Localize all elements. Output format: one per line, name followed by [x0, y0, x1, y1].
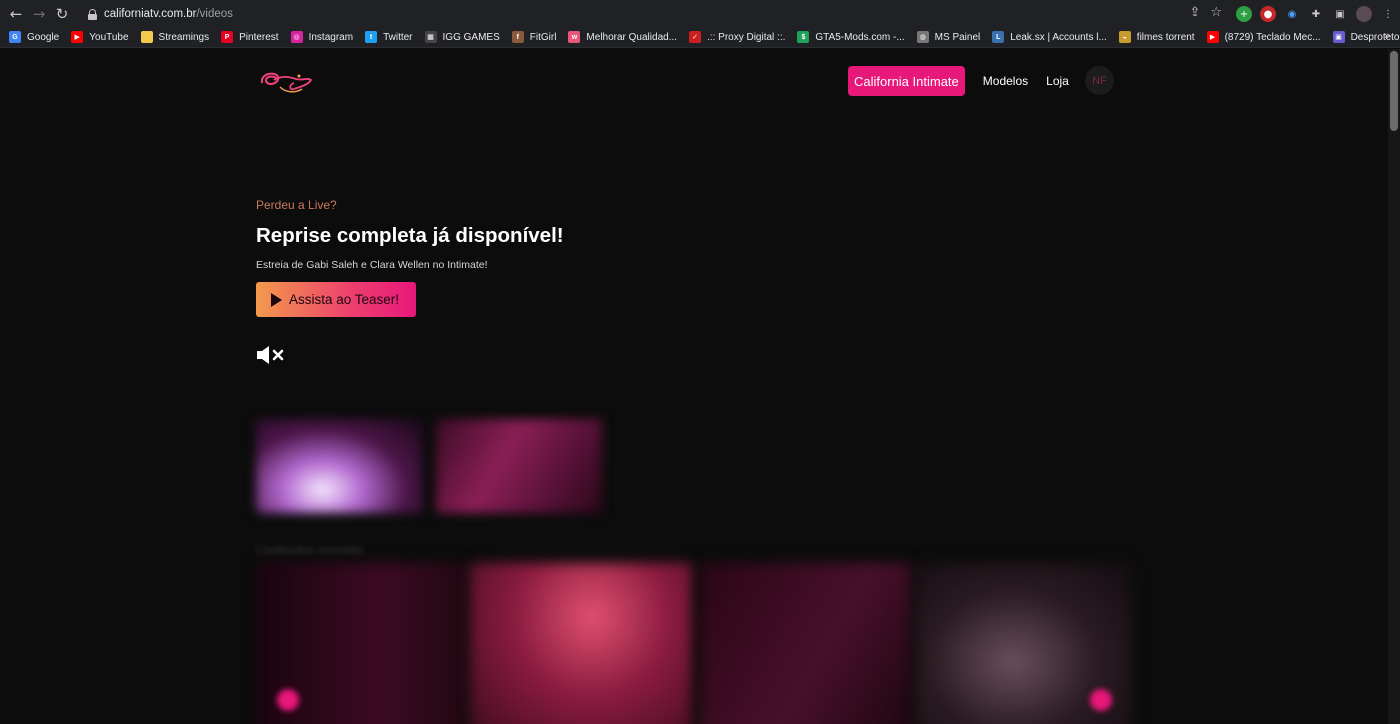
- bookmark-favicon-icon: ▶: [71, 31, 84, 43]
- page-scrollbar[interactable]: [1388, 49, 1400, 724]
- bookmark-favicon-icon: ▣: [1332, 31, 1345, 43]
- bookmark-favicon-icon: ◍: [916, 31, 929, 43]
- bookmark-favicon-icon: w: [568, 31, 581, 43]
- bookmark-item[interactable]: ◒ filmes torrent: [1118, 27, 1195, 47]
- bookmark-label: Desprotetor.com |...: [1350, 31, 1400, 43]
- bookmark-item[interactable]: P Pinterest: [221, 27, 279, 47]
- extensions-puzzle-icon[interactable]: ✚: [1308, 6, 1324, 22]
- bookmark-favicon-icon: t: [365, 31, 378, 43]
- bookmark-favicon-icon: G: [9, 31, 21, 43]
- california-logo[interactable]: [256, 65, 314, 95]
- extension-shield-icon[interactable]: ●: [1260, 6, 1276, 22]
- video-thumbnail[interactable]: [436, 419, 602, 513]
- scrollbar-thumb[interactable]: [1390, 51, 1398, 131]
- carousel-prev-icon[interactable]: [277, 689, 299, 711]
- bookmark-favicon-icon: ◎: [290, 31, 303, 43]
- video-thumbnail[interactable]: [256, 419, 422, 513]
- browser-toolbar: ← → ↻ californiatv.com.br/videos ⇪ ☆ + ●…: [0, 0, 1400, 27]
- mute-icon[interactable]: [256, 345, 286, 365]
- user-avatar[interactable]: NF: [1085, 66, 1114, 95]
- bookmark-label: GTA5-Mods.com -...: [815, 31, 905, 43]
- bookmark-favicon-icon: ▦: [424, 31, 437, 43]
- bookmark-label: .:: Proxy Digital ::.: [707, 31, 786, 43]
- reload-icon[interactable]: ↻: [52, 4, 72, 24]
- hero-headline: Reprise completa já disponível!: [256, 224, 564, 247]
- bookmark-label: Leak.sx | Accounts l...: [1010, 31, 1107, 43]
- bookmark-item[interactable]: ◍ MS Painel: [916, 27, 981, 47]
- bookmark-favicon-icon: ▶: [1206, 31, 1219, 43]
- bookmark-item[interactable]: L Leak.sx | Accounts l...: [992, 27, 1107, 47]
- browser-menu-icon[interactable]: ⋮: [1380, 6, 1396, 22]
- bookmark-favicon-icon: ✓: [689, 31, 702, 43]
- bookmark-favicon-icon: f: [511, 31, 524, 43]
- bookmark-star-icon[interactable]: ☆: [1210, 5, 1222, 20]
- content-card[interactable]: [700, 563, 912, 724]
- bookmark-item[interactable]: ◎ Instagram: [290, 27, 354, 47]
- bookmark-label: IGG GAMES: [442, 31, 500, 43]
- content-card[interactable]: [470, 563, 692, 724]
- bookmark-favicon-icon: ◒: [1118, 31, 1131, 43]
- bookmark-item[interactable]: ✓ .:: Proxy Digital ::.: [689, 27, 785, 47]
- main-nav: California Intimate Modelos Loja: [848, 66, 1069, 96]
- address-bar[interactable]: californiatv.com.br/videos ⇪ ☆: [78, 3, 1232, 25]
- bookmark-item[interactable]: f FitGirl: [511, 27, 557, 47]
- bookmark-label: YouTube: [89, 31, 129, 43]
- bookmark-favicon-icon: P: [221, 31, 234, 43]
- bookmark-label: filmes torrent: [1136, 31, 1195, 43]
- bookmark-item[interactable]: Streamings: [140, 27, 210, 47]
- page-viewport: California Intimate Modelos Loja NF Perd…: [0, 49, 1388, 724]
- bookmark-label: Instagram: [308, 31, 354, 43]
- extension-plus-icon[interactable]: +: [1236, 6, 1252, 22]
- bookmark-item[interactable]: ▦ IGG GAMES: [424, 27, 500, 47]
- bookmark-label: (8729) Teclado Mec...: [1224, 31, 1321, 43]
- bookmark-label: Melhorar Qualidad...: [586, 31, 678, 43]
- lock-icon[interactable]: [88, 8, 97, 20]
- back-icon[interactable]: ←: [6, 4, 26, 24]
- bookmark-label: Streamings: [158, 31, 210, 43]
- bookmark-item[interactable]: G Google: [9, 27, 59, 47]
- url-domain: californiatv.com.br: [104, 8, 197, 20]
- bookmark-label: FitGirl: [529, 31, 557, 43]
- bookmark-item[interactable]: ▶ YouTube: [71, 27, 129, 47]
- bookmark-item[interactable]: $ GTA5-Mods.com -...: [797, 27, 905, 47]
- nav-modelos[interactable]: Modelos: [983, 74, 1028, 88]
- bookmarks-overflow-icon[interactable]: »: [1384, 30, 1390, 42]
- carousel-next-icon[interactable]: [1090, 689, 1112, 711]
- share-icon[interactable]: ⇪: [1189, 5, 1200, 20]
- watch-teaser-label: Assista ao Teaser!: [289, 292, 400, 307]
- bookmark-label: Google: [27, 31, 60, 43]
- bookmark-item[interactable]: t Twitter: [365, 27, 413, 47]
- section-title-blurred: Conteúdos recentes: [256, 543, 364, 557]
- hero-subline: Estreia de Gabi Saleh e Clara Wellen no …: [256, 259, 488, 271]
- bookmark-label: Pinterest: [239, 31, 279, 43]
- bookmark-favicon-icon: $: [797, 31, 810, 43]
- bookmark-label: Twitter: [383, 31, 413, 43]
- play-icon: [271, 292, 282, 307]
- url-path: /videos: [196, 8, 233, 20]
- profile-avatar-icon[interactable]: [1356, 6, 1372, 22]
- forward-icon[interactable]: →: [29, 4, 49, 24]
- bookmark-favicon-icon: [140, 31, 153, 43]
- nav-california-intimate[interactable]: California Intimate: [848, 66, 965, 96]
- extension-sound-icon[interactable]: ◉: [1284, 6, 1300, 22]
- hero-eyebrow: Perdeu a Live?: [256, 198, 337, 212]
- watch-teaser-button[interactable]: Assista ao Teaser!: [256, 282, 416, 317]
- bookmark-label: MS Painel: [934, 31, 981, 43]
- bookmark-item[interactable]: ▶ (8729) Teclado Mec...: [1206, 27, 1321, 47]
- side-panel-icon[interactable]: ▣: [1332, 6, 1348, 22]
- bookmark-item[interactable]: w Melhorar Qualidad...: [568, 27, 677, 47]
- bookmark-favicon-icon: L: [992, 31, 1005, 43]
- nav-loja[interactable]: Loja: [1046, 74, 1069, 88]
- bookmarks-bar: G Google ▶ YouTube Streamings P Pinterest ◎ Inst…: [0, 27, 1400, 48]
